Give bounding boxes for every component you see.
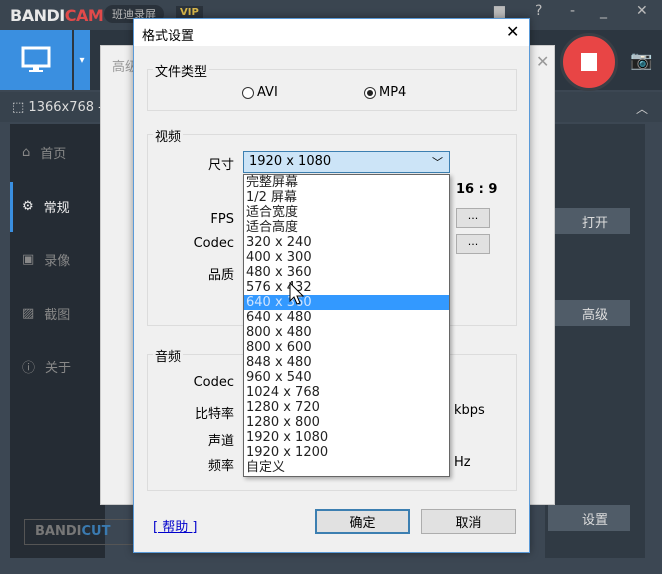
close-icon[interactable]: ✕ [506,22,519,41]
bitrate-label: 比特率 [194,407,234,422]
minimize-tray-icon[interactable]: - [570,3,575,19]
sidebar-item-video[interactable]: ▣ 录像 [22,250,70,269]
size-option[interactable]: 1024 x 768 [244,385,449,400]
size-option[interactable]: 适合宽度 [244,205,449,220]
sidebar-item-general[interactable]: ⚙ 常规 [22,197,70,216]
help-icon[interactable]: ? [535,3,542,19]
home-icon: ⌂ [22,145,31,160]
audio-label: 音频 [153,346,184,365]
bandicut-banner[interactable]: BANDICUT [24,519,134,545]
video-label: 视频 [153,126,184,145]
radio-avi[interactable]: AVI [242,85,278,100]
close-icon[interactable]: ✕ [636,3,648,19]
size-option[interactable]: 1280 x 800 [244,415,449,430]
folder-icon[interactable]: ▆ [494,3,505,19]
resolution-label: ⬚ 1366x768 - [12,100,103,115]
sidebar [10,124,105,558]
size-option[interactable]: 1280 x 720 [244,400,449,415]
monitor-icon [21,46,51,72]
size-option[interactable]: 400 x 300 [244,250,449,265]
quality-label: 品质 [207,268,234,283]
size-option[interactable]: 480 x 360 [244,265,449,280]
size-label: 尺寸 [207,158,234,173]
codec-label: Codec [193,236,234,251]
size-option[interactable]: 640 x 360 [244,295,449,310]
dialog-title: 格式设置 [142,29,195,44]
record-stop-button[interactable] [560,33,618,91]
size-option[interactable]: 320 x 240 [244,235,449,250]
open-button[interactable]: 打开 [548,208,630,234]
settings-button[interactable]: 设置 [548,505,630,531]
codec-more-button[interactable]: ... [456,234,490,254]
video-settings-icon: ▣ [22,252,35,267]
minimize-icon[interactable]: _ [600,3,607,19]
frequency-label: 频率 [207,459,234,474]
frequency-unit: Hz [454,455,471,470]
info-icon: ⓘ [22,361,36,376]
stop-icon [581,53,597,71]
sidebar-item-about[interactable]: ⓘ 关于 [22,357,71,376]
audio-codec-label: Codec [193,375,234,390]
advanced-button[interactable]: 高级 [548,300,630,326]
help-link[interactable]: [ 帮助 ] [153,516,197,535]
size-option[interactable]: 960 x 540 [244,370,449,385]
chevron-down-icon[interactable]: ▾ [74,30,90,90]
close-icon[interactable]: ✕ [536,52,549,71]
format-settings-dialog: 格式设置 ✕ 文件类型 AVI MP4 视频 尺寸 1920 x 1080 ﹀ 1… [133,18,530,553]
size-option[interactable]: 800 x 600 [244,340,449,355]
gear-icon: ⚙ [22,199,34,214]
logo: BANDICAM [10,6,104,25]
chevron-down-icon: ﹀ [432,156,443,169]
sidebar-item-home[interactable]: ⌂ 首页 [22,143,66,162]
size-option[interactable]: 576 x 432 [244,280,449,295]
size-option[interactable]: 640 x 480 [244,310,449,325]
size-select[interactable]: 1920 x 1080 ﹀ [243,151,450,173]
camera-icon[interactable]: 📷 [630,50,652,71]
settings-panel [545,124,645,558]
screen-mode-button[interactable] [0,30,72,90]
size-option[interactable]: 完整屏幕 [244,175,449,190]
ok-button[interactable]: 确定 [315,509,410,534]
fps-label: FPS [210,212,234,227]
aspect-ratio: 16 : 9 [456,182,498,197]
size-option[interactable]: 1920 x 1200 [244,445,449,460]
sidebar-item-screenshot[interactable]: ▨ 截图 [22,304,70,323]
size-option[interactable]: 800 x 480 [244,325,449,340]
size-option[interactable]: 848 x 480 [244,355,449,370]
chevron-up-icon[interactable]: ︿ [636,100,648,117]
radio-mp4[interactable]: MP4 [364,85,406,100]
size-option[interactable]: 自定义 [244,460,449,475]
file-type-label: 文件类型 [153,61,210,80]
bitrate-unit: kbps [454,403,485,418]
image-settings-icon: ▨ [22,306,35,321]
cancel-button[interactable]: 取消 [421,509,516,534]
size-option[interactable]: 适合高度 [244,220,449,235]
fps-more-button[interactable]: ... [456,208,490,228]
mouse-cursor-icon [289,282,305,305]
size-option[interactable]: 1/2 屏幕 [244,190,449,205]
active-indicator [10,182,13,232]
channel-label: 声道 [207,434,234,449]
size-dropdown-list[interactable]: 完整屏幕 1/2 屏幕 适合宽度 适合高度 320 x 240 400 x 300 480 … [243,174,450,477]
size-option[interactable]: 1920 x 1080 [244,430,449,445]
